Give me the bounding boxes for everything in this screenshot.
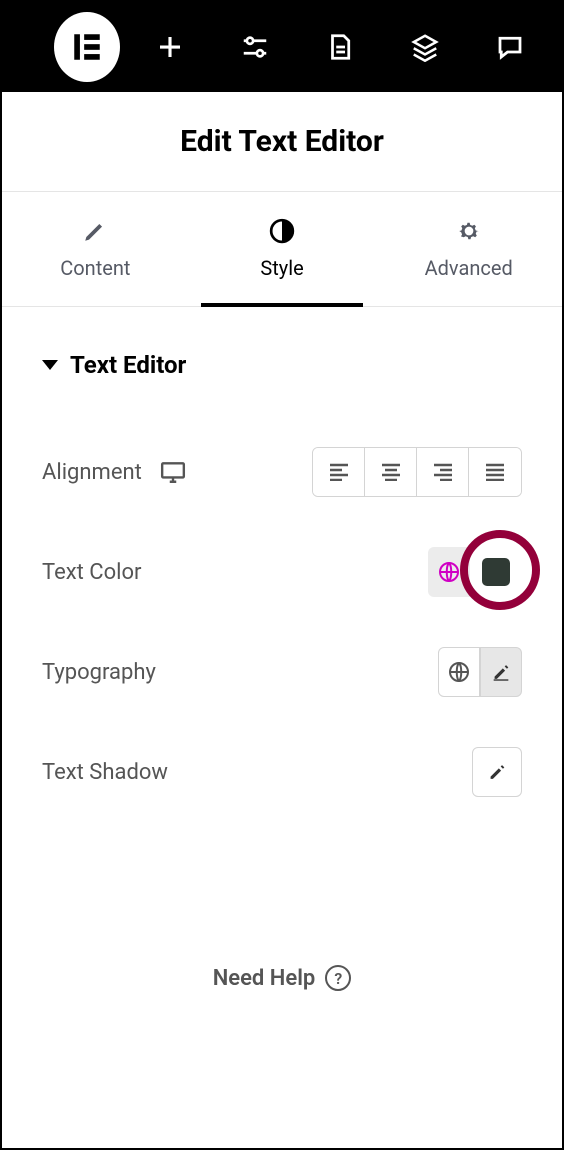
align-center-button[interactable] (365, 448, 417, 496)
alignment-label: Alignment (42, 460, 142, 485)
add-element-button[interactable] (128, 2, 213, 92)
caret-down-icon (42, 360, 58, 370)
align-center-icon (380, 463, 402, 481)
tab-style[interactable]: Style (189, 192, 376, 306)
align-justify-icon (484, 463, 506, 481)
elementor-logo-icon (70, 30, 104, 64)
color-swatch (482, 558, 510, 586)
document-button[interactable] (298, 2, 383, 92)
tab-advanced-label: Advanced (425, 256, 513, 280)
document-icon (325, 32, 355, 62)
typography-controls (438, 647, 522, 697)
layers-button[interactable] (382, 2, 467, 92)
plus-icon (155, 32, 185, 62)
text-color-global-button[interactable] (428, 547, 470, 597)
need-help-label: Need Help (213, 966, 316, 991)
tab-advanced[interactable]: Advanced (375, 192, 562, 306)
tab-style-label: Style (260, 256, 303, 280)
tab-content[interactable]: Content (2, 192, 189, 306)
globe-icon (437, 560, 461, 584)
sliders-icon (240, 32, 270, 62)
desktop-icon[interactable] (160, 461, 186, 483)
panel-title: Edit Text Editor (180, 124, 384, 159)
row-typography: Typography (2, 615, 562, 715)
align-right-button[interactable] (417, 448, 469, 496)
align-left-button[interactable] (313, 448, 365, 496)
typography-edit-button[interactable] (480, 647, 522, 697)
settings-button[interactable] (213, 2, 298, 92)
row-alignment: Alignment (2, 409, 562, 515)
text-shadow-label: Text Shadow (42, 760, 168, 785)
need-help-link[interactable]: Need Help ? (2, 815, 562, 991)
contrast-icon (269, 218, 295, 244)
text-color-swatch-button[interactable] (470, 547, 522, 597)
align-justify-button[interactable] (469, 448, 521, 496)
align-right-icon (432, 463, 454, 481)
row-text-shadow: Text Shadow (2, 715, 562, 815)
pencil-icon (82, 218, 108, 244)
tab-content-label: Content (60, 256, 130, 280)
pencil-edit-icon (490, 661, 512, 683)
help-icon: ? (325, 965, 351, 991)
section-text-editor[interactable]: Text Editor (2, 307, 562, 409)
elementor-logo[interactable] (54, 12, 120, 82)
align-left-icon (328, 463, 350, 481)
pencil-edit-icon (486, 761, 508, 783)
panel-title-bar: Edit Text Editor (2, 92, 562, 192)
globe-icon (447, 660, 471, 684)
text-color-controls (428, 547, 522, 597)
text-color-label: Text Color (42, 560, 142, 585)
chat-icon (495, 32, 525, 62)
comment-button[interactable] (467, 2, 552, 92)
alignment-button-group (312, 447, 522, 497)
gear-icon (456, 218, 482, 244)
typography-global-button[interactable] (438, 647, 480, 697)
text-shadow-edit-button[interactable] (472, 747, 522, 797)
top-toolbar (2, 2, 562, 92)
section-title: Text Editor (70, 351, 186, 379)
editor-tabs: Content Style Advanced (2, 192, 562, 307)
layers-icon (410, 32, 440, 62)
row-text-color: Text Color (2, 515, 562, 615)
typography-label: Typography (42, 660, 156, 685)
